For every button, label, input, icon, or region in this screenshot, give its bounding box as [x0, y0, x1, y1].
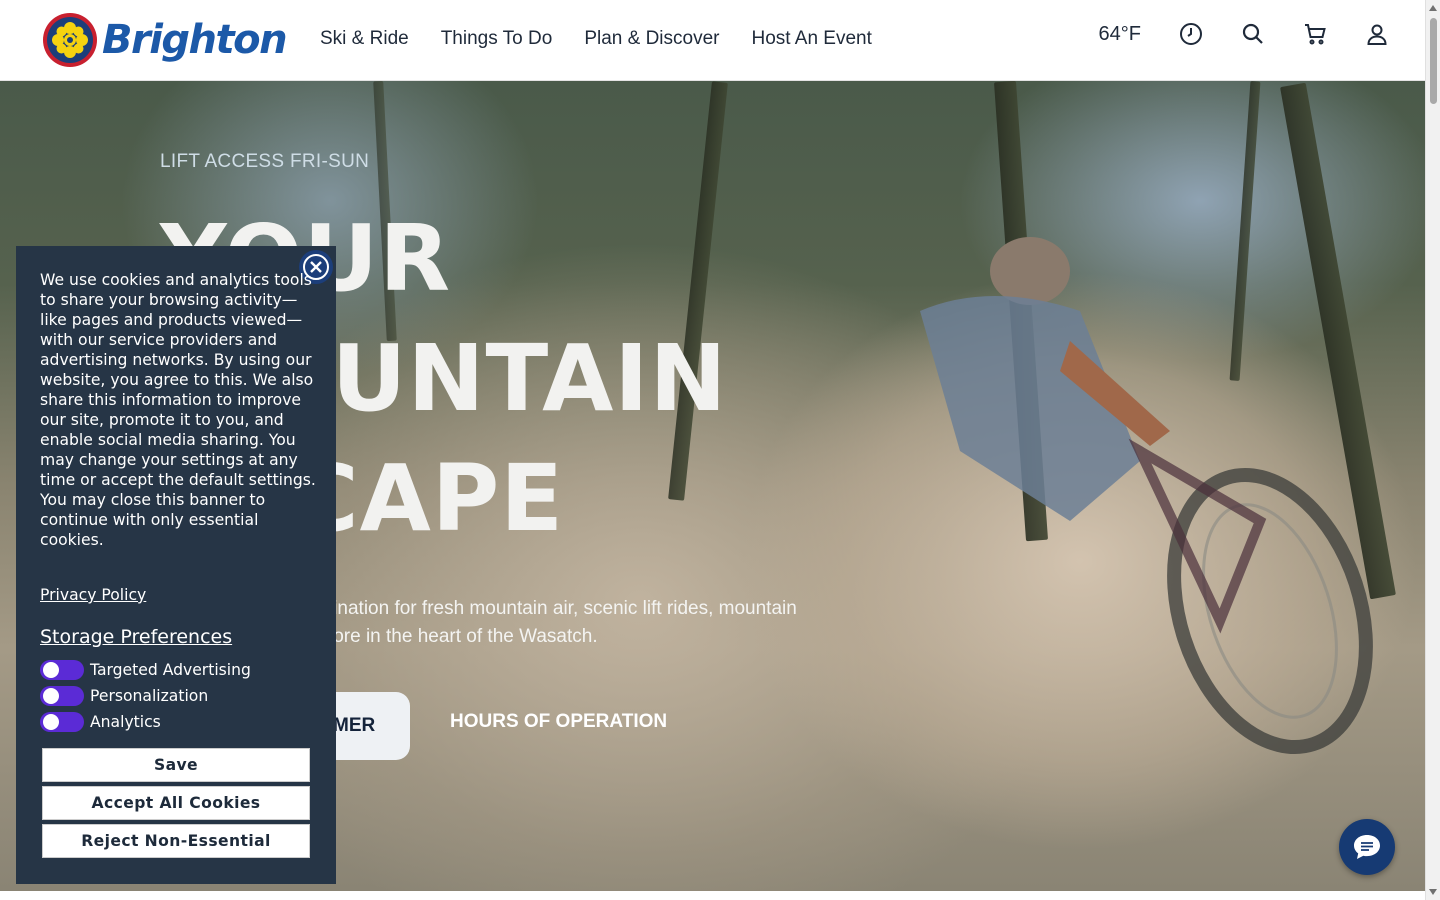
reject-non-essential-button[interactable]: Reject Non-Essential [42, 824, 310, 858]
site-header: Brighton Ski & Ride Things To Do Plan & … [0, 0, 1425, 81]
scroll-down-arrow-icon[interactable] [1429, 889, 1437, 895]
personalization-toggle[interactable] [40, 686, 84, 706]
account-icon[interactable] [1365, 22, 1389, 46]
chat-button[interactable] [1339, 819, 1395, 875]
targeted-advertising-toggle[interactable] [40, 660, 84, 680]
storage-preferences-title: Storage Preferences [40, 626, 233, 648]
page-scrollbar[interactable] [1425, 0, 1440, 900]
utility-bar: 64°F [1099, 22, 1389, 46]
nav-plan-discover[interactable]: Plan & Discover [584, 28, 719, 50]
pref-label: Analytics [90, 713, 161, 731]
accept-all-cookies-button[interactable]: Accept All Cookies [42, 786, 310, 820]
brighton-logo[interactable]: Brighton [42, 12, 288, 68]
pref-personalization: Personalization [40, 686, 208, 706]
pref-label: Targeted Advertising [90, 661, 251, 679]
clock-icon[interactable] [1179, 22, 1203, 46]
main-nav: Ski & Ride Things To Do Plan & Discover … [320, 28, 872, 50]
nav-ski-ride[interactable]: Ski & Ride [320, 28, 409, 50]
mountain-biker-illustration [920, 237, 1373, 755]
hero-eyebrow: LIFT ACCESS FRI-SUN [160, 151, 370, 172]
cart-icon[interactable] [1303, 22, 1327, 46]
pref-label: Personalization [90, 687, 209, 705]
search-icon[interactable] [1241, 22, 1265, 46]
pref-targeted-advertising: Targeted Advertising [40, 660, 251, 680]
scroll-up-arrow-icon[interactable] [1429, 5, 1437, 11]
page-bottom-edge [0, 891, 1425, 900]
hours-of-operation-link[interactable]: HOURS OF OPERATION [450, 711, 667, 733]
scroll-thumb[interactable] [1430, 18, 1437, 104]
cookie-description: We use cookies and analytics tools to sh… [40, 271, 316, 549]
cookie-consent-banner: We use cookies and analytics tools to sh… [16, 246, 336, 884]
nav-things-to-do[interactable]: Things To Do [441, 28, 553, 50]
nav-host-event[interactable]: Host An Event [751, 28, 871, 50]
chat-icon [1354, 835, 1380, 859]
pref-analytics: Analytics [40, 712, 161, 732]
logo-mark-icon [43, 13, 97, 67]
analytics-toggle[interactable] [40, 712, 84, 732]
privacy-policy-link[interactable]: Privacy Policy [40, 586, 146, 604]
save-button[interactable]: Save [42, 748, 310, 782]
weather-temperature[interactable]: 64°F [1099, 23, 1141, 46]
brand-name: Brighton [102, 17, 288, 63]
